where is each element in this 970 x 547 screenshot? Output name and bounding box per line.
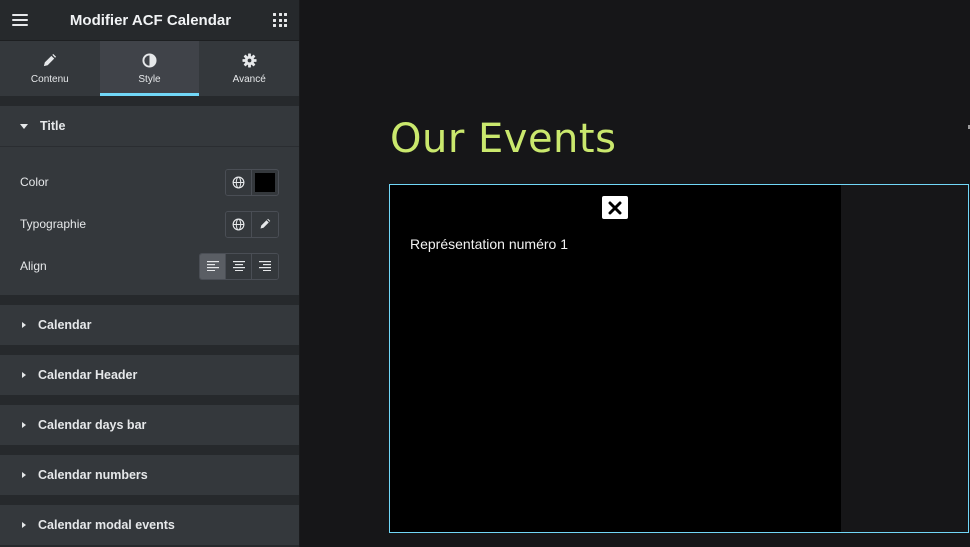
- caret-right-icon: [22, 472, 26, 478]
- align-buttons: [199, 252, 279, 280]
- close-modal-button[interactable]: [602, 196, 628, 219]
- gear-icon: [242, 52, 257, 68]
- section-label: Calendar modal events: [38, 518, 175, 532]
- section-title-label: Title: [40, 119, 66, 133]
- align-left-button[interactable]: [200, 253, 226, 279]
- align-right-button[interactable]: [252, 253, 278, 279]
- spacer: [0, 445, 299, 455]
- align-right-icon: [259, 261, 271, 271]
- panel-title: Modifier ACF Calendar: [69, 11, 232, 29]
- caret-right-icon: [22, 322, 26, 328]
- globe-icon: [232, 176, 245, 188]
- align-center-button[interactable]: [226, 253, 252, 279]
- pencil-icon: [44, 53, 57, 66]
- globe-icon: [232, 218, 245, 230]
- section-calendar-days-bar-toggle[interactable]: Calendar days bar: [0, 405, 299, 445]
- section-label: Calendar days bar: [38, 418, 147, 432]
- section-calendar-modal-events-toggle[interactable]: Calendar modal events: [0, 505, 299, 545]
- events-heading[interactable]: Our Events: [390, 116, 616, 162]
- edit-typography-button[interactable]: [252, 211, 278, 237]
- align-label: Align: [20, 259, 47, 273]
- spacer: [0, 345, 299, 355]
- global-typography-button[interactable]: [226, 211, 252, 237]
- pencil-icon: [260, 218, 271, 229]
- caret-right-icon: [22, 372, 26, 378]
- section-calendar-numbers-toggle[interactable]: Calendar numbers: [0, 455, 299, 495]
- color-swatch-button[interactable]: [252, 170, 278, 195]
- tab-label: Style: [138, 73, 161, 85]
- section-title-toggle[interactable]: Title: [0, 106, 299, 146]
- spacer: [0, 295, 299, 305]
- align-center-icon: [232, 261, 245, 271]
- menu-icon[interactable]: [12, 14, 28, 26]
- editor-panel: Modifier ACF Calendar Contenu Style Avan…: [0, 0, 300, 547]
- global-color-button[interactable]: [226, 169, 252, 195]
- caret-right-icon: [22, 522, 26, 528]
- spacer: [0, 495, 299, 505]
- apps-grid-icon[interactable]: [273, 13, 287, 27]
- section-calendar-header-toggle[interactable]: Calendar Header: [0, 355, 299, 395]
- panel-tabs: Contenu Style Avancé: [0, 41, 299, 96]
- events-modal: Représentation numéro 1: [390, 185, 841, 532]
- section-calendar-toggle[interactable]: Calendar: [0, 305, 299, 345]
- tab-contenu[interactable]: Contenu: [0, 41, 100, 96]
- color-buttons: [225, 168, 279, 196]
- calendar-widget[interactable]: Représentation numéro 1: [389, 184, 969, 533]
- align-control: Align: [20, 245, 279, 287]
- section-label: Calendar numbers: [38, 468, 148, 482]
- tab-label: Avancé: [232, 73, 266, 85]
- tab-label: Contenu: [30, 73, 69, 85]
- section-label: Calendar: [38, 318, 92, 332]
- tab-style[interactable]: Style: [99, 41, 200, 96]
- contrast-icon: [142, 52, 157, 68]
- preview-canvas: Our Events Représentation numéro 1: [300, 0, 970, 547]
- color-label: Color: [20, 175, 49, 189]
- typography-control: Typographie: [20, 203, 279, 245]
- section-label: Calendar Header: [38, 368, 138, 382]
- typography-label: Typographie: [20, 217, 87, 231]
- close-icon: [608, 201, 622, 214]
- caret-right-icon: [22, 422, 26, 428]
- spacer: [0, 395, 299, 405]
- color-control: Color: [20, 161, 279, 203]
- align-left-icon: [206, 261, 219, 271]
- modal-event-item[interactable]: Représentation numéro 1: [410, 236, 568, 252]
- caret-down-icon: [20, 123, 28, 129]
- section-title-body: Color Typographie Align: [0, 146, 299, 295]
- spacer: [0, 96, 299, 106]
- panel-header: Modifier ACF Calendar: [0, 0, 299, 41]
- typography-buttons: [225, 210, 279, 238]
- tab-avance[interactable]: Avancé: [199, 41, 299, 96]
- color-swatch: [255, 172, 275, 192]
